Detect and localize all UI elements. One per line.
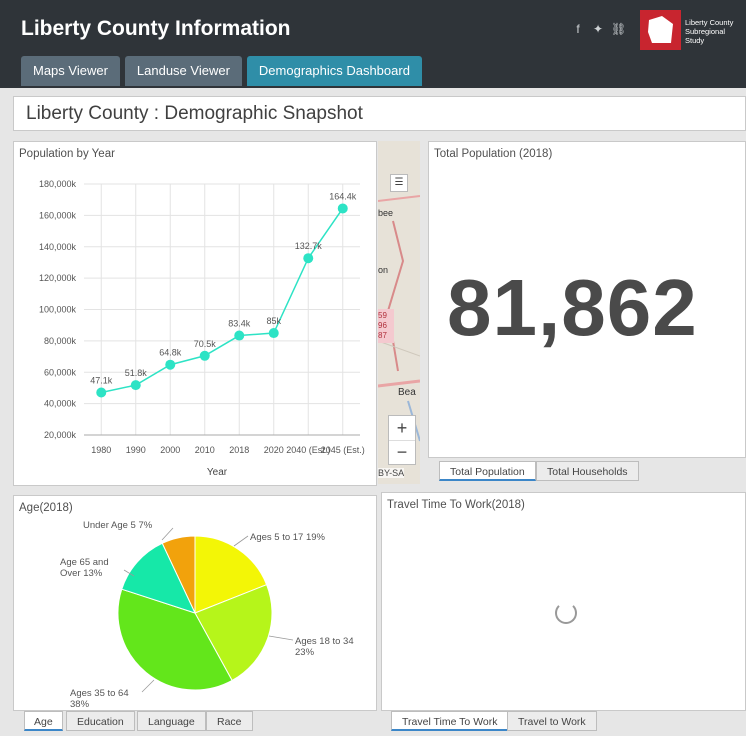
x-axis-title: Year (207, 467, 228, 478)
logo-text: Liberty County Subregional Study (685, 18, 734, 45)
y-tick-label: 160,000k (39, 210, 77, 220)
x-tick-label: 1990 (126, 445, 146, 455)
y-tick-label: 100,000k (39, 305, 77, 315)
pie-leader-line (161, 527, 174, 541)
x-tick-label: 1980 (91, 445, 111, 455)
y-tick-label: 80,000k (44, 336, 77, 346)
series-line (101, 208, 344, 394)
data-label: 70.5k (194, 339, 217, 349)
data-point (268, 328, 279, 339)
y-tick-label: 20,000k (44, 430, 77, 440)
data-point (234, 330, 245, 341)
total-population-value: 81,862 (447, 263, 698, 352)
pie-slice-label: Age 65 and Over 13% (60, 557, 109, 579)
pie-leader-line (268, 635, 294, 641)
page-title-bar: Liberty County : Demographic Snapshot (13, 96, 746, 131)
tab-language[interactable]: Language (137, 711, 206, 731)
tab-total-population[interactable]: Total Population (439, 461, 536, 481)
data-point (96, 387, 107, 398)
age-panel: Age(2018) Under Age 5 7% Ages 5 to 17 19%… (13, 495, 377, 711)
y-tick-label: 120,000k (39, 273, 77, 283)
data-point (130, 380, 141, 391)
pie-slice-label: Ages 18 to 34 23% (295, 636, 354, 658)
total-population-panel: Total Population (2018) 81,862 (428, 141, 746, 458)
map-label-bea: Bea (398, 387, 416, 398)
data-point (303, 253, 314, 264)
pie-slice-label: Ages 5 to 17 19% (250, 532, 326, 543)
twitter-icon[interactable]: ✦ (591, 22, 605, 36)
tab-demographics-dashboard[interactable]: Demographics Dashboard (246, 56, 422, 86)
tab-landuse-viewer[interactable]: Landuse Viewer (124, 56, 242, 86)
main-tabs: Maps Viewer Landuse Viewer Demographics … (21, 56, 422, 86)
data-point (337, 203, 348, 214)
y-tick-label: 180,000k (39, 179, 77, 189)
county-logo (640, 10, 681, 50)
travel-time-title: Travel Time To Work(2018) (387, 499, 525, 511)
tab-education[interactable]: Education (66, 711, 135, 731)
loading-spinner-icon (555, 602, 577, 624)
logo-mark-icon (648, 16, 673, 43)
data-label: 51.8k (125, 368, 148, 378)
data-label: 83.4k (228, 319, 251, 329)
data-label: 164.4k (329, 191, 357, 201)
pie-leader-line (141, 679, 155, 693)
zoom-in-button[interactable]: + (389, 416, 415, 441)
map-label-on: on (378, 265, 389, 275)
tab-age[interactable]: Age (24, 711, 63, 731)
x-tick-label: 2010 (195, 445, 215, 455)
map-label-bee: bee (378, 208, 394, 218)
tab-travel-to-work[interactable]: Travel to Work (507, 711, 597, 731)
pie-slice-label: Under Age 5 7% (83, 520, 153, 531)
map-attribution: BY-SA (378, 468, 405, 478)
data-label: 64.8k (159, 348, 182, 358)
tab-travel-time-to-work[interactable]: Travel Time To Work (391, 711, 509, 731)
data-label: 85k (266, 316, 281, 326)
app-header: Liberty County Information f ✦ ⛓ Liberty… (0, 0, 746, 88)
data-point (199, 350, 210, 361)
total-population-title: Total Population (2018) (434, 148, 553, 160)
data-label: 132.7k (295, 241, 323, 251)
link-icon[interactable]: ⛓ (611, 22, 626, 36)
data-label: 47.1k (90, 375, 113, 385)
tab-maps-viewer[interactable]: Maps Viewer (21, 56, 120, 86)
x-tick-label: 2020 (264, 445, 284, 455)
x-tick-label: 2045 (Est.) (321, 445, 365, 455)
age-panel-title: Age(2018) (19, 502, 73, 514)
zoom-controls: + − (388, 415, 416, 465)
map-label-96: 96 (378, 321, 387, 330)
app-title: Liberty County Information (21, 17, 291, 40)
y-tick-label: 40,000k (44, 399, 77, 409)
page-title: Liberty County : Demographic Snapshot (26, 103, 363, 124)
tab-race[interactable]: Race (206, 711, 253, 731)
age-pie-chart: Under Age 5 7% Ages 5 to 17 19% Ages 18 to… (60, 520, 354, 710)
zoom-out-button[interactable]: − (389, 441, 415, 465)
tab-total-households[interactable]: Total Households (536, 461, 639, 481)
population-panel: Population by Year 20,000k 40,000k 60,000k… (13, 141, 377, 486)
x-tick-label: 2000 (160, 445, 180, 455)
pie-leader-line (233, 535, 249, 547)
data-point (165, 359, 176, 370)
population-panel-title: Population by Year (19, 148, 115, 160)
social-links: f ✦ ⛓ (571, 22, 626, 36)
legend-list-icon[interactable]: ☰ (390, 174, 408, 192)
x-tick-label: 2018 (229, 445, 249, 455)
y-tick-label: 140,000k (39, 242, 77, 252)
map-label-59: 59 (378, 311, 387, 320)
pie-slice-label: Ages 35 to 64 38% (70, 688, 129, 710)
facebook-icon[interactable]: f (571, 22, 585, 36)
map-label-87: 87 (378, 331, 387, 340)
population-line-chart: 20,000k 40,000k 60,000k 80,000k 100,000k 120,… (39, 179, 365, 478)
y-tick-label: 60,000k (44, 367, 77, 377)
